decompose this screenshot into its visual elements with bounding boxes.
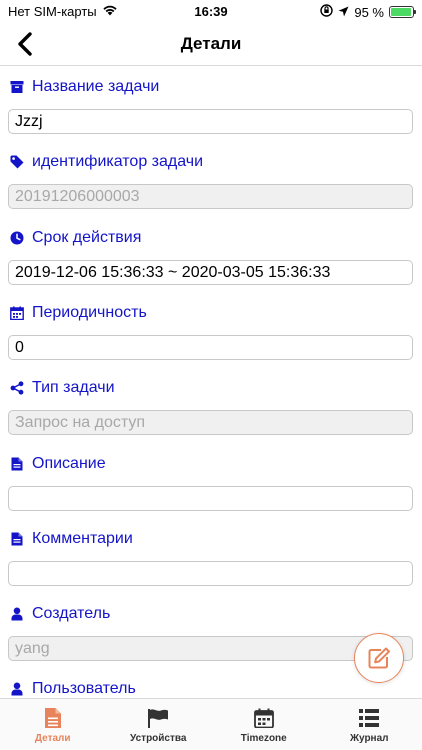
tab-label: Детали (34, 733, 71, 744)
user-icon (10, 607, 24, 621)
tab-label: Журнал (349, 733, 389, 744)
archive-icon (10, 80, 24, 94)
field-label-text: Создатель (32, 605, 111, 622)
nav-bar: Детали (0, 22, 422, 66)
edit-button[interactable] (354, 633, 404, 683)
document-icon (10, 457, 24, 471)
document-icon (44, 707, 62, 729)
user-icon (10, 682, 24, 696)
calendar-icon (10, 306, 24, 320)
calendar-icon (253, 707, 274, 729)
status-bar: Нет SIM-карты 16:39 95 % (0, 0, 422, 22)
field-label: Создатель (10, 603, 110, 625)
field-label-text: Периодичность (32, 304, 147, 321)
field-label-text: Комментарии (32, 530, 133, 547)
field-label: идентификатор задачи (10, 151, 203, 173)
status-right-group: 95 % (320, 4, 416, 20)
comments-input[interactable] (8, 561, 413, 586)
details-form: Название задачи Jzzj идентификатор задач… (0, 67, 422, 698)
creator-input: yang (8, 636, 413, 661)
task-type-input: Запрос на доступ (8, 410, 413, 435)
field-label-text: Тип задачи (32, 379, 115, 396)
field-label-text: Пользователь (32, 680, 136, 697)
flag-icon (147, 707, 169, 729)
document-icon (10, 532, 24, 546)
tab-timezone[interactable]: Timezone (211, 699, 317, 750)
battery-level (391, 8, 411, 16)
task-id-input: 20191206000003 (8, 184, 413, 209)
field-label-text: Название задачи (32, 78, 160, 95)
field-label: Пользователь (10, 678, 136, 698)
tab-devices[interactable]: Устройства (106, 699, 212, 750)
tab-label: Устройства (130, 733, 187, 744)
battery-icon (389, 6, 416, 18)
field-label: Описание (10, 453, 106, 475)
orientation-lock-icon (320, 4, 334, 20)
tab-details[interactable]: Детали (0, 699, 106, 750)
field-label: Срок действия (10, 227, 141, 249)
share-icon (10, 381, 24, 395)
description-input[interactable] (8, 486, 413, 511)
field-label-text: Описание (32, 455, 106, 472)
page-title: Детали (180, 34, 242, 53)
field-label: Тип задачи (10, 377, 115, 399)
periodicity-input[interactable]: 0 (8, 335, 413, 360)
battery-percent: 95 % (354, 4, 384, 20)
tab-label: Timezone (240, 733, 287, 744)
field-label-text: Срок действия (32, 229, 142, 246)
task-name-input[interactable]: Jzzj (8, 109, 413, 134)
location-icon (338, 5, 349, 20)
field-label: Название задачи (10, 76, 159, 98)
clock-icon (10, 231, 24, 245)
list-icon (359, 707, 380, 729)
tab-bar: Детали Устройства Timezone Журнал (0, 698, 422, 750)
edit-icon (368, 647, 390, 669)
field-label: Комментарии (10, 528, 133, 550)
field-label-text: идентификатор задачи (32, 153, 204, 170)
tag-icon (10, 155, 24, 169)
validity-input[interactable]: 2019-12-06 15:36:33 ~ 2020-03-05 15:36:3… (8, 260, 413, 285)
field-label: Периодичность (10, 302, 147, 324)
tab-journal[interactable]: Журнал (317, 699, 422, 750)
